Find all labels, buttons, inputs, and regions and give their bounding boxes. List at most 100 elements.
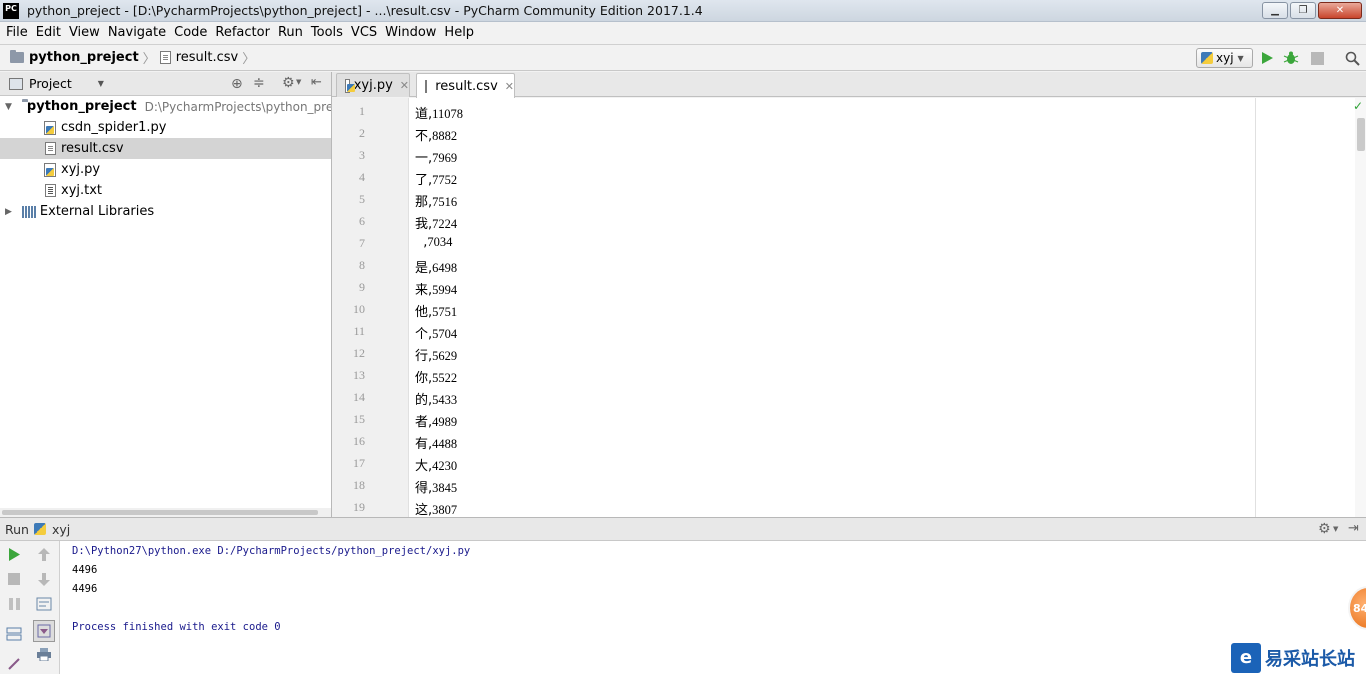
rerun-icon[interactable] [4, 544, 24, 564]
tab-xyj-py[interactable]: xyj.py ✕ [336, 73, 410, 97]
csv-word: 大 [415, 459, 429, 474]
run-icon[interactable] [1259, 50, 1275, 66]
project-view-label[interactable]: Project [29, 76, 72, 91]
code-line[interactable]: 不,8882 [415, 125, 457, 144]
close-button[interactable]: ✕ [1318, 2, 1362, 19]
csv-count: 7224 [432, 217, 458, 231]
menu-tools[interactable]: Tools [307, 25, 347, 40]
csv-word: 个 [415, 327, 429, 342]
stop-icon[interactable] [4, 569, 24, 589]
run-console[interactable] [60, 541, 1366, 674]
menu-vcs[interactable]: VCS [347, 25, 381, 40]
menu-file[interactable]: File [2, 25, 32, 40]
csv-word: 是 [415, 261, 429, 276]
menu-view[interactable]: View [65, 25, 104, 40]
run-config-tab[interactable]: xyj [52, 522, 70, 537]
tab-label: xyj.py [353, 78, 393, 93]
chevron-down-icon[interactable]: ▼ [296, 78, 301, 86]
editor-scrollbar[interactable] [1355, 98, 1366, 517]
menu-help[interactable]: Help [440, 25, 478, 40]
gear-icon[interactable]: ⚙ [282, 75, 295, 91]
chevron-down-icon[interactable]: ▼ [98, 79, 104, 88]
collapse-all-icon[interactable]: ≑ [253, 75, 265, 91]
tree-item-project-root[interactable]: ▼ python_preject D:\PycharmProjects\pyth… [0, 96, 331, 117]
watermark-e-icon: e [1231, 642, 1261, 673]
soft-wrap-icon[interactable] [34, 594, 54, 614]
python-icon [1201, 52, 1213, 64]
tree-item-file[interactable]: xyj.py [0, 159, 331, 180]
pycharm-logo-icon: PC [3, 2, 19, 19]
debug-icon[interactable] [1283, 50, 1299, 66]
chevron-right-icon[interactable]: ▶ [5, 207, 12, 217]
menu-edit[interactable]: Edit [32, 25, 65, 40]
editor-text-area[interactable] [409, 98, 1355, 517]
project-horizontal-scrollbar[interactable] [0, 508, 331, 517]
breadcrumb-project[interactable]: python_preject [10, 50, 139, 65]
code-line[interactable]: 你,5522 [415, 367, 457, 386]
code-line[interactable]: 得,3845 [415, 477, 457, 496]
line-number: 11 [353, 324, 365, 338]
line-number: 17 [353, 456, 365, 470]
code-line[interactable]: 来,5994 [415, 279, 457, 298]
code-line[interactable]: 者,4989 [415, 411, 457, 430]
hide-panel-icon[interactable]: ⇤ [311, 75, 322, 90]
print-icon[interactable] [34, 644, 54, 664]
chevron-down-icon[interactable]: ▼ [5, 102, 12, 112]
arrow-down-icon[interactable] [34, 569, 54, 589]
arrow-up-icon[interactable] [34, 544, 54, 564]
csv-count: 5629 [432, 349, 458, 363]
code-line[interactable]: 一,7969 [415, 147, 457, 166]
inspection-ok-icon[interactable]: ✓ [1353, 99, 1363, 113]
run-config-dropdown[interactable]: xyj ▼ [1196, 48, 1253, 68]
folder-icon [10, 50, 24, 63]
scroll-to-end-icon[interactable] [33, 620, 55, 642]
close-icon[interactable]: ✕ [505, 80, 514, 93]
navigation-bar: python_preject 〉 result.csv 〉 xyj ▼ [0, 44, 1366, 71]
menu-navigate[interactable]: Navigate [104, 25, 170, 40]
code-line[interactable]: 那,7516 [415, 191, 457, 210]
chevron-down-icon: ▼ [1237, 53, 1244, 63]
menu-window[interactable]: Window [381, 25, 440, 40]
layout-icon[interactable] [4, 624, 24, 644]
console-line: D:\Python27\python.exe D:/PycharmProject… [72, 545, 471, 557]
stop-icon[interactable] [1309, 50, 1325, 66]
breadcrumb-separator-icon: 〉 [242, 52, 256, 67]
target-icon[interactable]: ⊕ [231, 76, 243, 92]
code-line[interactable]: 个,5704 [415, 323, 457, 342]
gear-icon[interactable]: ⚙ [1318, 521, 1331, 537]
code-line[interactable]: ,7034 [415, 235, 452, 250]
editor-scrollbar-thumb[interactable] [1357, 118, 1365, 151]
code-line[interactable]: 道,11078 [415, 103, 463, 122]
tree-item-file[interactable]: csdn_spider1.py [0, 117, 331, 138]
code-line[interactable]: 我,7224 [415, 213, 457, 232]
search-icon[interactable] [1344, 50, 1360, 66]
code-line[interactable]: 他,5751 [415, 301, 457, 320]
code-line[interactable]: 这,3807 [415, 499, 457, 518]
csv-word: 一 [415, 151, 429, 166]
tree-item-file[interactable]: result.csv [0, 138, 331, 159]
csv-count: 8882 [432, 129, 458, 143]
minimize-button[interactable]: ▁ [1262, 2, 1288, 19]
code-line[interactable]: 的,5433 [415, 389, 457, 408]
restore-button[interactable]: ❐ [1290, 2, 1316, 19]
code-line[interactable]: 了,7752 [415, 169, 457, 188]
close-icon[interactable]: ✕ [400, 79, 409, 92]
tab-result-csv[interactable]: result.csv ✕ [416, 73, 515, 98]
menu-run[interactable]: Run [274, 25, 307, 40]
breadcrumb-file[interactable]: result.csv [159, 50, 238, 65]
chevron-down-icon[interactable]: ▼ [1333, 525, 1338, 533]
tree-item-file[interactable]: xyj.txt [0, 180, 331, 201]
menu-refactor[interactable]: Refactor [211, 25, 274, 40]
code-line[interactable]: 大,4230 [415, 455, 457, 474]
menu-code[interactable]: Code [170, 25, 211, 40]
csv-file-icon [425, 79, 428, 93]
tree-item-external-libraries[interactable]: ▶ External Libraries [0, 201, 331, 222]
pin-icon[interactable] [4, 654, 24, 674]
code-line[interactable]: 行,5629 [415, 345, 457, 364]
line-number: 12 [353, 346, 365, 360]
pause-icon[interactable] [4, 594, 24, 614]
line-number: 6 [359, 214, 365, 228]
code-line[interactable]: 是,6498 [415, 257, 457, 276]
hide-panel-icon[interactable]: ⇥ [1348, 521, 1359, 536]
code-line[interactable]: 有,4488 [415, 433, 457, 452]
